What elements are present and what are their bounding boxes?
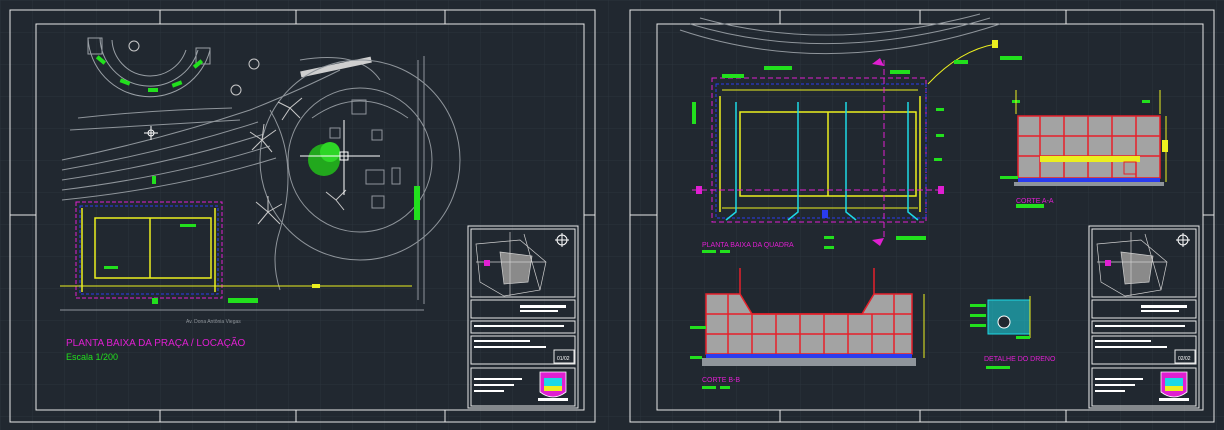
- label-section-a: CORTE A-A: [1016, 198, 1054, 205]
- location-marker-2: [1105, 260, 1111, 266]
- sheet-1-scale: Escala 1/200: [66, 352, 118, 362]
- sheet-1-title: PLANTA BAIXA DA PRAÇA / LOCAÇÃO: [66, 336, 246, 349]
- label-drain: DETALHE DO DRENO: [984, 356, 1056, 363]
- drawing-canvas[interactable]: Av. Dona Antônia Viegas PLANTA BAIXA DA …: [0, 0, 1224, 430]
- sheet-1-number: 01/02: [557, 356, 570, 362]
- grid-background: [0, 0, 1224, 430]
- label-plan: PLANTA BAIXA DA QUADRA: [702, 242, 794, 249]
- location-marker-1: [484, 260, 490, 266]
- street-label: Av. Dona Antônia Viegas: [186, 319, 241, 325]
- boundary-marker: [414, 186, 420, 220]
- tree-canopy-highlight: [320, 142, 340, 162]
- sheet-2-number: 02/02: [1178, 356, 1191, 362]
- label-section-b: CORTE B-B: [702, 377, 740, 384]
